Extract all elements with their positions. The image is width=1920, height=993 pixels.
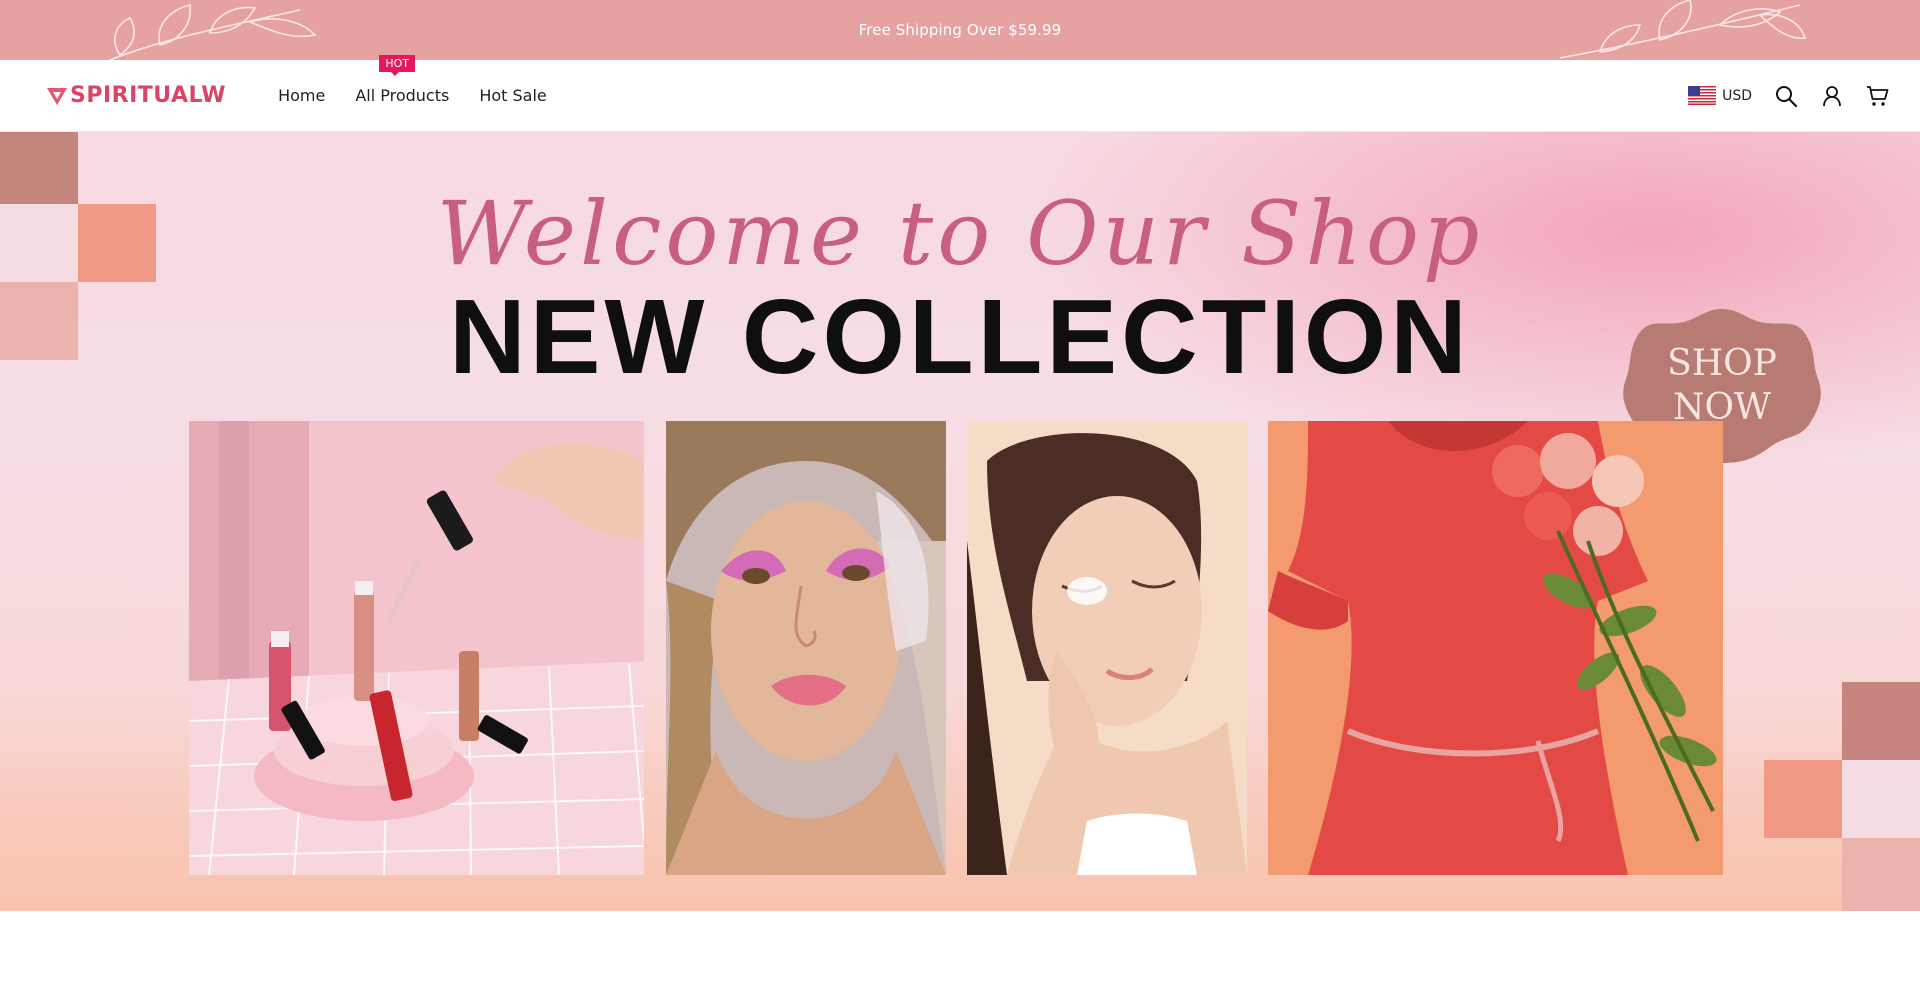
search-icon[interactable] [1774, 84, 1798, 108]
hero-script-title: Welcome to Our Shop [436, 182, 1484, 285]
logo[interactable]: SPIRITUALW [46, 83, 226, 108]
nav-home[interactable]: Home [278, 86, 325, 105]
main-nav: Home HOT All Products Hot Sale [278, 55, 547, 105]
decor-square [1842, 760, 1920, 838]
hero-banner[interactable]: Welcome to Our Shop NEW COLLECTION SHOP … [0, 132, 1920, 911]
skincare-photo [967, 421, 1247, 875]
us-flag-icon [1688, 86, 1717, 105]
logo-text: SPIRITUALW [70, 83, 227, 108]
account-icon[interactable] [1820, 84, 1844, 108]
nav-hot-sale[interactable]: Hot Sale [479, 86, 546, 105]
site-header: SPIRITUALW Home HOT All Products Hot Sal… [0, 55, 1920, 132]
glam-makeup-photo [666, 421, 946, 875]
currency-label: USD [1722, 87, 1752, 104]
decor-square [1764, 760, 1842, 838]
red-dress-photo [1268, 421, 1723, 875]
lip-gloss-photo [189, 421, 644, 875]
nav-all-products[interactable]: HOT All Products [355, 55, 450, 105]
logo-mark-icon [47, 87, 67, 105]
currency-selector[interactable]: USD [1688, 86, 1752, 105]
header-actions: USD [1688, 84, 1890, 108]
announcement-text: Free Shipping Over $59.99 [858, 21, 1062, 39]
decor-square [1842, 838, 1920, 911]
announcement-bar: Free Shipping Over $59.99 [0, 0, 1920, 60]
nav-all-products-label: All Products [355, 86, 450, 105]
shop-now-line1: SHOP [1667, 343, 1777, 384]
leaf-decoration-icon [109, 3, 317, 60]
hot-badge: HOT [379, 55, 415, 76]
leaf-decoration-icon [1560, 0, 1807, 59]
decor-square [1842, 682, 1920, 760]
cart-icon[interactable] [1866, 84, 1890, 108]
